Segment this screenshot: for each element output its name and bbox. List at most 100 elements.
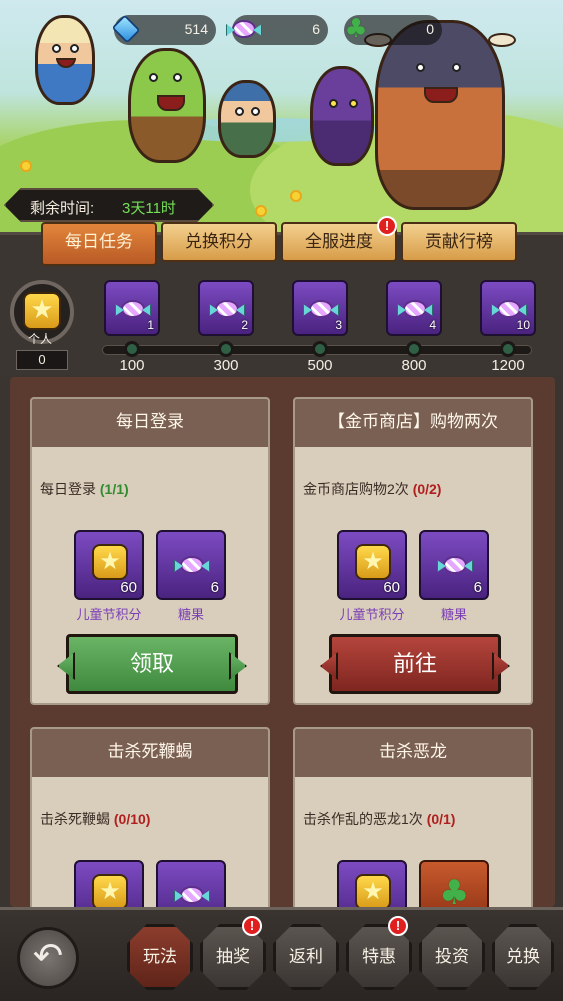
- reward-label: 儿童节积分: [339, 607, 405, 622]
- candy-icon: [226, 11, 262, 47]
- candy-icon: [309, 300, 333, 318]
- personal-points[interactable]: ★ 个人 0: [6, 270, 78, 370]
- star-icon: ★: [355, 544, 391, 580]
- milestone-threshold: 500: [307, 357, 333, 374]
- task-progress: (0/1): [426, 811, 456, 827]
- task-desc: 金币商店购物2次 (0/2): [303, 481, 442, 497]
- gem-icon: [108, 11, 144, 47]
- milestone-node: [312, 341, 328, 357]
- candy-icon: [121, 300, 145, 318]
- reward-item[interactable]: ★: [337, 860, 407, 907]
- remaining-time-value: 3天11时: [122, 200, 176, 217]
- back-icon[interactable]: ↶: [17, 927, 79, 989]
- candy-icon: [403, 300, 427, 318]
- task-list[interactable]: 每日登录 每日登录 (1/1) ★ 60 6 儿童节积分 糖果 领取 【金币商店…: [10, 377, 555, 907]
- reward-item[interactable]: ♣: [419, 860, 489, 907]
- reward-quantity: 60: [120, 579, 137, 596]
- points-value: 0: [16, 350, 68, 370]
- candy-count: 6: [312, 21, 320, 37]
- candy-icon: [180, 886, 204, 904]
- milestone-threshold: 300: [213, 357, 239, 374]
- milestone-reward[interactable]: 2: [198, 280, 254, 336]
- reward-label: 糖果: [177, 607, 204, 622]
- goblin-character: [128, 48, 206, 163]
- candy-icon: [497, 300, 521, 318]
- alert-badge: !: [242, 916, 262, 936]
- star-icon: ★: [92, 874, 128, 907]
- reward-item[interactable]: 6: [156, 530, 226, 600]
- clover-count: 0: [426, 21, 434, 37]
- milestone-node: [124, 341, 140, 357]
- task-desc: 击杀作乱的恶龙1次 (0/1): [303, 811, 456, 827]
- task-title: 【金币商店】购物两次: [295, 399, 531, 447]
- star-icon: ★: [23, 292, 61, 330]
- reward-quantity: 6: [473, 579, 482, 596]
- go-button[interactable]: 前往: [329, 634, 501, 694]
- alert-badge: !: [388, 916, 408, 936]
- minotaur-character: [364, 20, 516, 210]
- reward-count: 2: [241, 318, 248, 332]
- reward-label: 糖果: [440, 607, 467, 622]
- task-desc: 每日登录 (1/1): [40, 481, 129, 497]
- flower-icon: [20, 160, 32, 172]
- task-progress: (0/2): [412, 481, 442, 497]
- reward-count: 4: [429, 318, 436, 332]
- flower-icon: [255, 205, 267, 217]
- knight-character: [35, 15, 95, 105]
- milestone-threshold: 1200: [491, 357, 525, 374]
- milestone-threshold: 800: [401, 357, 427, 374]
- nav-invest[interactable]: 投资: [419, 924, 485, 990]
- task-title: 击杀死鞭蝎: [32, 729, 268, 777]
- task-progress: (0/10): [113, 811, 151, 827]
- task-card: 击杀死鞭蝎 击杀死鞭蝎 (0/10) ★: [30, 727, 270, 907]
- remaining-time-label: 剩余时间:: [30, 200, 95, 217]
- task-title: 每日登录: [32, 399, 268, 447]
- milestone-reward[interactable]: 10: [480, 280, 536, 336]
- nav-gameplay[interactable]: 玩法: [127, 924, 193, 990]
- reward-item[interactable]: 6: [419, 530, 489, 600]
- nav-exchange[interactable]: 兑换: [492, 924, 554, 990]
- candy-counter: 6: [232, 15, 328, 45]
- milestone-reward[interactable]: 4: [386, 280, 442, 336]
- nav-rebate[interactable]: 返利: [273, 924, 339, 990]
- task-title: 击杀恶龙: [295, 729, 531, 777]
- reward-item[interactable]: ★: [74, 860, 144, 907]
- reward-label: 儿童节积分: [76, 607, 142, 622]
- dwarf-character: [218, 80, 276, 158]
- claim-button[interactable]: 领取: [66, 634, 238, 694]
- gem-count: 514: [184, 21, 208, 37]
- remaining-time: 剩余时间: 3天11时: [4, 188, 214, 222]
- reward-count: 10: [516, 318, 530, 332]
- reward-count: 3: [335, 318, 342, 332]
- milestone-reward[interactable]: 1: [104, 280, 160, 336]
- task-progress: (1/1): [99, 481, 129, 497]
- bottom-nav: ↶ 玩法 抽奖 ! 返利 特惠 ! 投资 兑换: [0, 907, 563, 1001]
- clover-icon: ♣: [344, 14, 368, 44]
- personal-label: 个人: [28, 332, 53, 346]
- candy-icon: [215, 300, 239, 318]
- task-card: 【金币商店】购物两次 金币商店购物2次 (0/2) ★ 60 6 儿童节积分 糖…: [293, 397, 533, 705]
- milestone-reward[interactable]: 3: [292, 280, 348, 336]
- milestone-node: [406, 341, 422, 357]
- reward-count: 1: [147, 318, 154, 332]
- task-desc: 击杀死鞭蝎 (0/10): [40, 811, 151, 827]
- star-icon: ★: [355, 874, 391, 907]
- candy-icon: [180, 556, 204, 574]
- star-icon: ★: [92, 544, 128, 580]
- reward-quantity: 6: [210, 579, 219, 596]
- reward-item[interactable]: [156, 860, 226, 907]
- tab-daily-tasks[interactable]: 每日任务: [41, 222, 157, 266]
- reward-item[interactable]: ★ 60: [337, 530, 407, 600]
- milestone-node: [500, 341, 516, 357]
- candy-icon: [443, 556, 467, 574]
- alert-badge: !: [377, 216, 397, 236]
- milestone-threshold: 100: [119, 357, 145, 374]
- task-card: 每日登录 每日登录 (1/1) ★ 60 6 儿童节积分 糖果 领取: [30, 397, 270, 705]
- tab-contribution-ranking[interactable]: 贡献行榜: [401, 222, 517, 262]
- clover-counter: ♣ 0: [344, 15, 442, 45]
- task-card: 击杀恶龙 击杀作乱的恶龙1次 (0/1) ★ ♣: [293, 727, 533, 907]
- reward-item[interactable]: ★ 60: [74, 530, 144, 600]
- gem-counter: 514: [111, 14, 216, 45]
- tab-exchange-points[interactable]: 兑换积分: [161, 222, 277, 262]
- clover-icon: ♣: [439, 873, 470, 907]
